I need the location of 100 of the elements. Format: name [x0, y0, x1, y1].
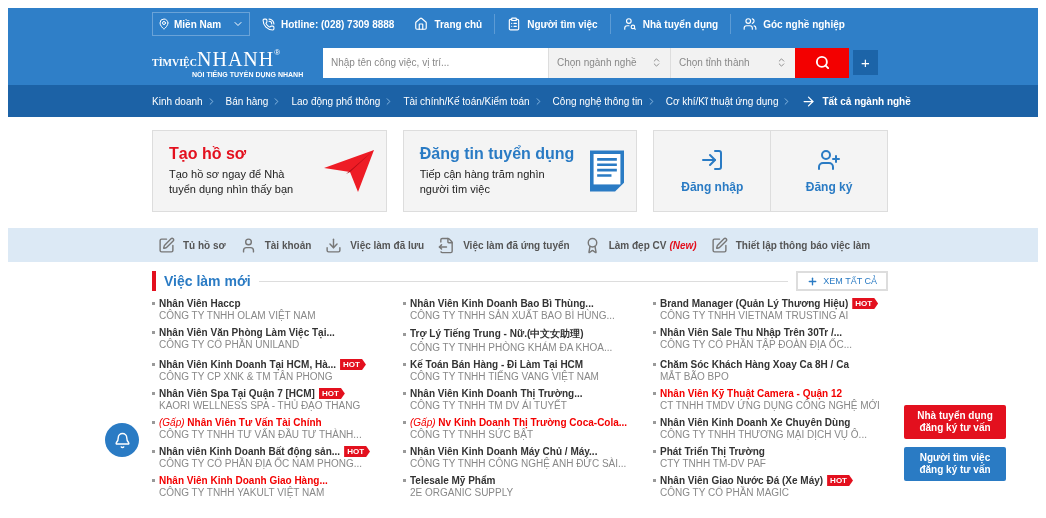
employer-consult-button[interactable]: Nhà tuyển dụng đăng ký tư vấn — [904, 405, 1006, 439]
register-link[interactable]: Đăng ký — [770, 131, 888, 211]
bullet-icon — [152, 363, 155, 366]
category-link[interactable]: Lao động phổ thông — [291, 95, 395, 107]
create-profile-card[interactable]: Tạo hồ sơ Tạo hồ sơ ngay để Nhà tuyển dụng nhìn thấy bạn — [152, 130, 387, 212]
phone-icon — [262, 17, 275, 31]
card-title: Đăng tin tuyển dụng — [419, 144, 575, 163]
quick-link[interactable]: Tài khoản — [239, 236, 312, 254]
job-title-link[interactable]: Telesale Mỹ Phẩm — [410, 475, 496, 486]
company-name: CÔNG TY TNHH SỨC BẬT — [409, 429, 534, 440]
company-name: CÔNG TY TNHH TƯ VẤN ĐẦU TƯ THÀNH... — [158, 429, 363, 440]
industry-select[interactable]: Chọn ngành nghề — [548, 47, 670, 78]
company-name: CÔNG TY CỔ PHẦN MAGIC — [659, 487, 791, 498]
search-button[interactable] — [795, 47, 849, 78]
job-title-link[interactable]: Nhân Viên Giao Nước Đá (Xe Máy) — [660, 475, 824, 486]
job-title-link[interactable]: Nhân Viên Văn Phòng Làm Việc Tại... — [159, 327, 335, 338]
paper-plane-icon — [323, 150, 374, 192]
company-name: CÔNG TY TNHH VIETNAM TRUSTING AI — [659, 310, 850, 321]
notification-button[interactable] — [105, 423, 139, 457]
job-title-link[interactable]: Trợ Lý Tiếng Trung - Nữ.(中文女助理) — [410, 327, 584, 341]
hot-badge: HOT — [827, 475, 853, 486]
bullet-icon — [653, 363, 656, 366]
company-name: CÔNG TY TNHH YAKULT VIỆT NAM — [158, 487, 326, 498]
search-icon — [814, 55, 830, 70]
view-all-button[interactable]: XEM TẤT CẢ — [796, 271, 888, 291]
nav-link[interactable]: Nhà tuyển dụng — [614, 17, 727, 31]
job-title-link[interactable]: (Gấp) Nhân Viên Tư Vấn Tài Chính — [159, 417, 322, 428]
quick-link[interactable]: Việc làm đã ứng tuyển — [438, 236, 570, 254]
job-title-link[interactable]: Nhân Viên Spa Tại Quận 7 [HCM] — [159, 388, 315, 399]
province-select[interactable]: Chọn tỉnh thành — [670, 47, 795, 78]
category-link[interactable]: Kinh doanh — [152, 95, 217, 107]
quick-link[interactable]: Làm đẹp CV (New) — [583, 236, 697, 254]
job-title-link[interactable]: Brand Manager (Quản Lý Thương Hiệu) — [660, 298, 849, 309]
job-title-link[interactable]: Phát Triển Thị Trường — [660, 446, 765, 457]
category-link[interactable]: Công nghệ thông tin — [552, 95, 657, 107]
job-title-link[interactable]: Nhân Viên Haccp — [159, 298, 241, 309]
file-export-icon — [438, 236, 456, 254]
bullet-icon — [152, 450, 155, 453]
hot-badge: HOT — [340, 359, 366, 370]
nav-link[interactable]: Trang chủ — [406, 17, 491, 31]
bullet-icon — [403, 392, 406, 395]
post-job-card[interactable]: Đăng tin tuyển dụng Tiếp cận hàng trăm nghìn người tìm việc — [402, 130, 638, 212]
edit-icon — [158, 236, 175, 254]
edit-icon — [710, 236, 728, 254]
bullet-icon — [152, 331, 155, 334]
quick-link[interactable]: Việc làm đã lưu — [325, 236, 425, 254]
bullet-icon — [152, 302, 155, 305]
card-title: Tạo hồ sơ — [169, 144, 248, 163]
map-pin-icon — [158, 18, 170, 30]
job-title-link[interactable]: Nhân Viên Kinh Doanh Xe Chuyên Dùng — [660, 417, 851, 428]
plus-button[interactable]: + — [853, 50, 878, 75]
clipboard-icon — [507, 17, 522, 31]
job-title-link[interactable]: Nhân viên Kinh Doanh Bất động sản... — [159, 446, 341, 457]
job-title-link[interactable]: Nhân Viên Kinh Doanh Bao Bì Thùng... — [410, 298, 594, 309]
company-name: CT TNHH TMDV ỨNG DỤNG CÔNG NGHỆ MỚI — [659, 400, 881, 411]
bullet-icon — [403, 302, 406, 305]
plus-icon — [807, 275, 819, 287]
document-icon — [590, 149, 625, 193]
job-title-link[interactable]: (Gấp) Nv Kinh Doanh Thị Trường Coca-Cola... — [410, 417, 628, 428]
bullet-icon — [653, 302, 656, 305]
bullet-icon — [653, 421, 656, 424]
job-title-link[interactable]: Nhân Viên Kinh Doanh Máy Chủ / Máy... — [410, 446, 598, 457]
nav-link[interactable]: Góc nghề nghiệp — [735, 17, 853, 31]
bullet-icon — [653, 479, 656, 482]
section-title: Việc làm mới — [152, 271, 251, 291]
job-title-link[interactable]: Nhân Viên Kinh Doanh Tại HCM, Hà... — [159, 359, 337, 370]
users-icon — [743, 17, 758, 31]
arrow-right-icon — [801, 93, 817, 109]
company-name: CÔNG TY TNHH TIẾNG VANG VIỆT NAM — [409, 371, 600, 382]
login-link[interactable]: Đăng nhập — [654, 131, 771, 211]
company-name: KAORI WELLNESS SPA - THỦ ĐẠO THANG — [158, 400, 362, 411]
bullet-icon — [653, 450, 656, 453]
user-search-icon — [622, 17, 637, 31]
hotline-link[interactable]: Hotline: (028) 7309 8888 — [254, 17, 403, 31]
up-down-arrows-icon — [776, 57, 787, 68]
company-name: CÔNG TY TNHH TM DV ÁI TUYẾT — [409, 400, 567, 411]
company-name: CÔNG TY TNHH THƯƠNG MẠI DỊCH VỤ Ô... — [659, 429, 868, 440]
location-select[interactable]: Miền Nam — [152, 12, 250, 36]
nav-link[interactable]: Người tìm việc — [499, 17, 606, 31]
quick-link[interactable]: Tủ hồ sơ — [158, 236, 226, 254]
all-categories-link[interactable]: Tất cả ngành nghề — [801, 93, 911, 109]
job-title-link[interactable]: Nhân Viên Kinh Doanh Giao Hàng... — [159, 475, 328, 486]
job-title-link[interactable]: Nhân Viên Kỹ Thuật Camera - Quận 12 — [660, 388, 843, 399]
user-plus-icon — [817, 148, 842, 172]
category-link[interactable]: Bán hàng — [225, 95, 283, 107]
category-link[interactable]: Tài chính/Kế toán/Kiểm toán — [403, 95, 544, 107]
seeker-consult-button[interactable]: Người tìm việc đăng ký tư vấn — [904, 447, 1006, 481]
company-name: MẮT BÃO BPO — [659, 371, 730, 382]
category-link[interactable]: Cơ khí/Kĩ thuật ứng dụng — [665, 95, 793, 107]
quick-link[interactable]: Thiết lập thông báo việc làm — [710, 236, 871, 254]
search-field[interactable]: Nhập tên công việc, vị trí... — [323, 47, 548, 78]
job-title-link[interactable]: Nhân Viên Kinh Doanh Thị Trường... — [410, 388, 583, 399]
company-name: CÔNG TY CỔ PHẦN TẬP ĐOÀN ĐỊA ỐC... — [659, 339, 854, 350]
bell-icon — [113, 431, 131, 449]
job-title-link[interactable]: Chăm Sóc Khách Hàng Xoay Ca 8H / Ca — [660, 359, 849, 370]
job-title-link[interactable]: Kế Toán Bán Hàng - Đi Làm Tại HCM — [410, 359, 584, 370]
company-name: CTY TNHH TM-DV PAF — [659, 458, 767, 469]
job-title-link[interactable]: Nhân Viên Sale Thu Nhập Trên 30Tr /... — [660, 327, 843, 338]
company-name: CÔNG TY TNHH OLAM VIỆT NAM — [158, 310, 317, 321]
bullet-icon — [152, 421, 155, 424]
